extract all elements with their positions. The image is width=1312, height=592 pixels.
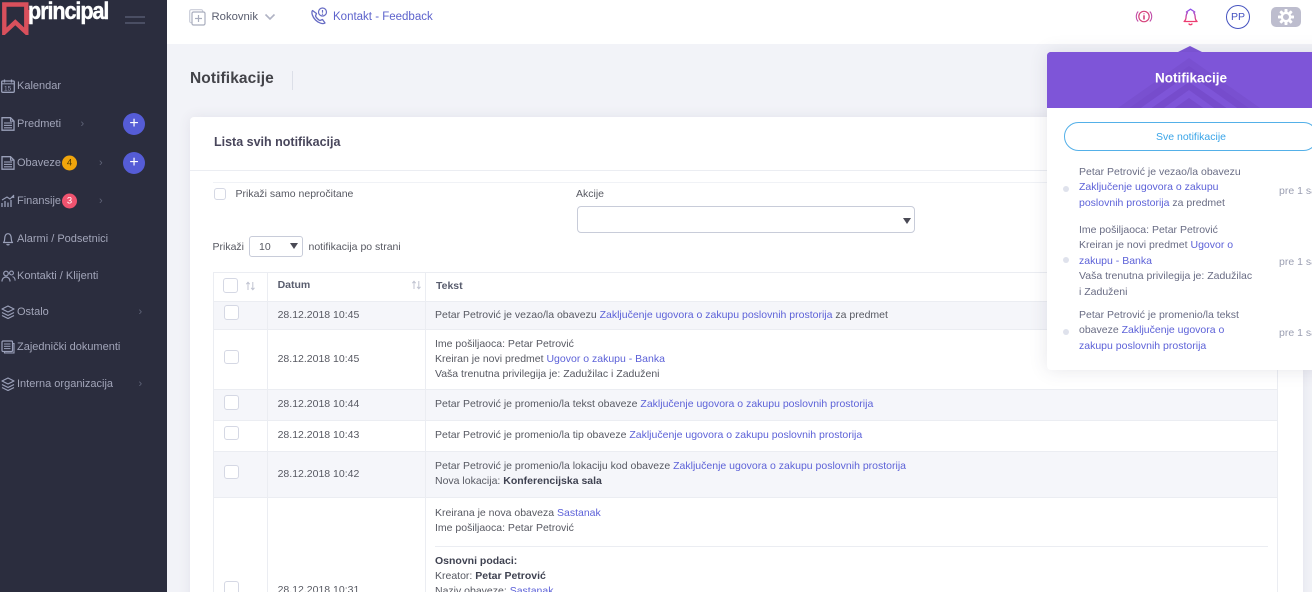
svg-text:15: 15 xyxy=(4,86,12,93)
svg-text:Notifikacije: Notifikacije xyxy=(1155,71,1228,86)
